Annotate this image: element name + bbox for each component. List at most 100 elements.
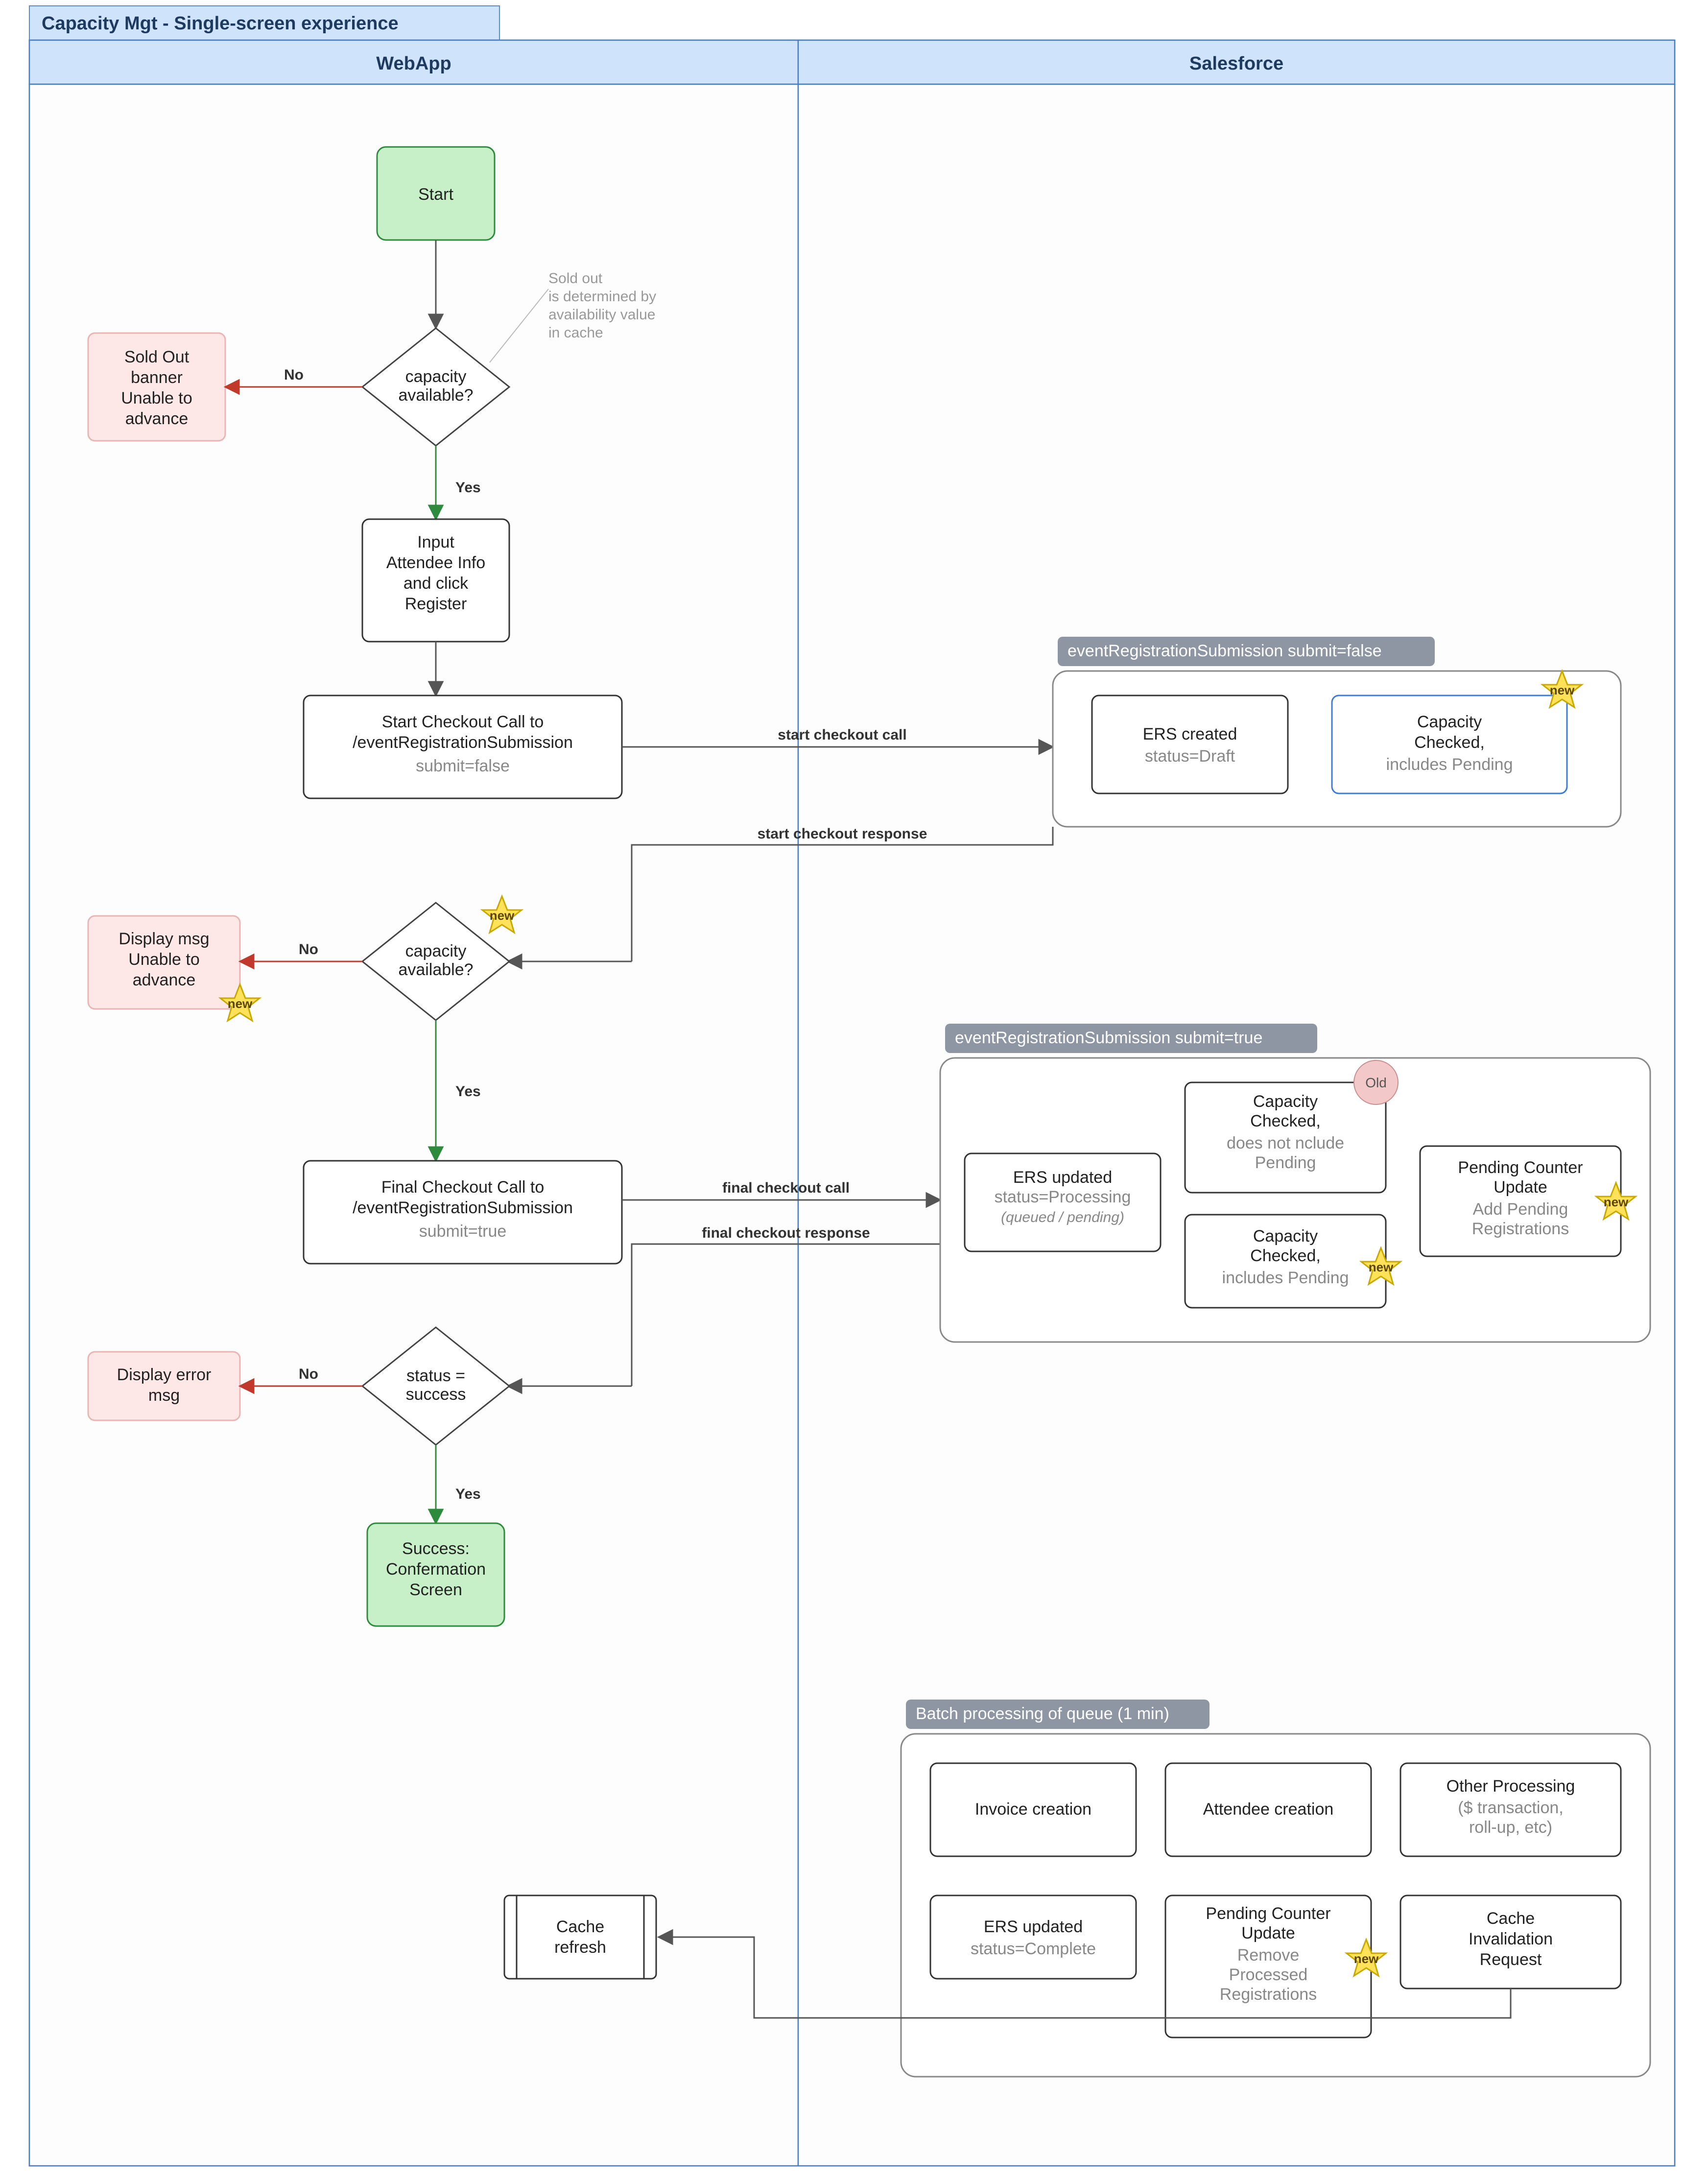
node-start-text: Start: [418, 185, 453, 204]
svg-text:Invalidation: Invalidation: [1469, 1930, 1553, 1948]
edge-cap1-no-label: No: [284, 367, 304, 383]
node-sold-out-banner: Sold Out banner Unable to advance: [88, 333, 225, 441]
svg-text:Input: Input: [417, 533, 454, 551]
svg-text:roll-up, etc): roll-up, etc): [1469, 1818, 1552, 1837]
edge-cap2-no-label: No: [299, 941, 318, 958]
edge-cap1-yes-label: Yes: [455, 479, 481, 496]
node-display-error: Display error msg: [88, 1352, 240, 1420]
svg-text:capacity: capacity: [405, 367, 467, 386]
svg-text:Request: Request: [1480, 1950, 1542, 1969]
svg-text:includes Pending: includes Pending: [1222, 1269, 1349, 1287]
svg-text:Sold Out: Sold Out: [124, 348, 190, 366]
diagram-canvas: Capacity Mgt - Single-screen experience …: [0, 0, 1708, 2181]
svg-text:Processed: Processed: [1229, 1965, 1308, 1984]
svg-text:banner: banner: [131, 368, 183, 387]
svg-text:Start Checkout Call to: Start Checkout Call to: [382, 713, 544, 731]
svg-text:refresh: refresh: [554, 1938, 606, 1957]
svg-text:Confermation: Confermation: [386, 1560, 486, 1579]
svg-text:Batch processing of queue (1 m: Batch processing of queue (1 min): [916, 1704, 1169, 1723]
svg-text:new: new: [1369, 1260, 1394, 1274]
svg-text:available?: available?: [398, 386, 473, 405]
edge-final-checkout-call-label: final checkout call: [722, 1180, 850, 1196]
node-start-checkout-call: Start Checkout Call to /eventRegistratio…: [304, 695, 622, 798]
svg-text:new: new: [1550, 683, 1575, 697]
svg-text:status=Processing: status=Processing: [995, 1188, 1131, 1206]
node-success: Success: Confermation Screen: [367, 1523, 504, 1626]
svg-text:Attendee Info: Attendee Info: [386, 553, 485, 572]
svg-text:Unable to: Unable to: [128, 950, 200, 969]
svg-text:availability value: availability value: [548, 307, 655, 323]
node-attendee-creation: Attendee creation: [1203, 1800, 1334, 1819]
svg-text:Checked,: Checked,: [1250, 1246, 1321, 1265]
svg-text:Display msg: Display msg: [119, 930, 209, 948]
node-capacity-not-pending: Capacity: [1253, 1092, 1318, 1111]
svg-text:Pending: Pending: [1255, 1153, 1316, 1172]
svg-text:Add Pending: Add Pending: [1473, 1200, 1568, 1219]
svg-text:Update: Update: [1494, 1178, 1547, 1197]
svg-text:does not nclude: does not nclude: [1227, 1134, 1344, 1152]
svg-text:/eventRegistrationSubmission: /eventRegistrationSubmission: [353, 1198, 573, 1217]
node-final-checkout-call: Final Checkout Call to /eventRegistratio…: [304, 1161, 622, 1264]
svg-text:status =: status =: [406, 1366, 465, 1385]
svg-text:Unable to: Unable to: [121, 389, 192, 407]
svg-text:Update: Update: [1241, 1924, 1295, 1942]
svg-text:Register: Register: [405, 595, 467, 613]
svg-text:is determined by: is determined by: [548, 288, 656, 305]
node-cache-invalidation: Cache: [1487, 1909, 1535, 1928]
svg-text:submit=true: submit=true: [419, 1222, 507, 1241]
svg-text:Display error: Display error: [117, 1366, 212, 1384]
svg-text:eventRegistrationSubmission: eventRegistrationSubmission submit=true: [955, 1029, 1262, 1047]
svg-text:success: success: [406, 1385, 466, 1404]
edge-start-checkout-call-label: start checkout call: [778, 727, 906, 743]
svg-text:(queued / pending): (queued / pending): [1001, 1209, 1124, 1225]
node-pending-counter-remove: Pending Counter: [1206, 1904, 1330, 1923]
node-ers-complete: ERS updated: [984, 1917, 1083, 1936]
svg-text:available?: available?: [398, 960, 473, 979]
lane-header-left-text: WebApp: [376, 53, 451, 74]
svg-text:Checked,: Checked,: [1414, 733, 1485, 752]
edge-start-checkout-resp-label: start checkout response: [758, 826, 927, 842]
node-input-attendee: Input Attendee Info and click Register: [362, 519, 509, 642]
node-capacity-pending-2: Capacity: [1253, 1227, 1318, 1246]
svg-text:status=Draft: status=Draft: [1145, 747, 1235, 766]
svg-text:in cache: in cache: [548, 325, 603, 341]
svg-text:Registrations: Registrations: [1472, 1220, 1569, 1238]
svg-text:status=Complete: status=Complete: [971, 1940, 1096, 1958]
diagram-title-tab: Capacity Mgt - Single-screen experience: [29, 6, 499, 40]
svg-text:submit=false: submit=false: [416, 757, 510, 775]
node-invoice-creation: Invoice creation: [975, 1800, 1091, 1819]
edge-status-yes-label: Yes: [455, 1486, 481, 1502]
svg-text:Remove: Remove: [1237, 1946, 1300, 1965]
svg-text:new: new: [1604, 1195, 1629, 1209]
svg-text:Sold out: Sold out: [548, 270, 603, 287]
svg-text:advance: advance: [125, 409, 189, 428]
svg-text:Screen: Screen: [409, 1581, 462, 1599]
svg-text:($ transaction,: ($ transaction,: [1458, 1798, 1563, 1817]
svg-text:advance: advance: [133, 971, 196, 989]
node-cache-refresh: Cache refresh: [504, 1895, 656, 1979]
node-ers-created: ERS created: [1143, 725, 1237, 743]
svg-text:eventRegistrationSubmission: eventRegistrationSubmission submit=false: [1068, 642, 1382, 660]
svg-text:new: new: [490, 908, 515, 923]
svg-text:msg: msg: [148, 1386, 180, 1405]
cluster-submit-true: eventRegistrationSubmission submit=true …: [940, 1024, 1650, 1342]
svg-text:Registrations: Registrations: [1220, 1985, 1317, 2004]
lane-header-right-text: Salesforce: [1189, 53, 1283, 74]
svg-text:/eventRegistrationSubmission: /eventRegistrationSubmission: [353, 733, 573, 752]
svg-text:new: new: [228, 996, 253, 1011]
node-start: Start: [377, 147, 495, 240]
edge-cap2-yes-label: Yes: [455, 1083, 481, 1100]
svg-text:Final Checkout Call to: Final Checkout Call to: [381, 1178, 545, 1197]
node-ers-updated-processing: ERS updated: [1013, 1168, 1112, 1187]
node-capacity-checked-1: Capacity: [1417, 713, 1482, 731]
node-display-msg: Display msg Unable to advance: [88, 916, 240, 1009]
cluster-batch-processing: Batch processing of queue (1 min) Invoic…: [901, 1700, 1650, 2077]
svg-text:Cache: Cache: [556, 1917, 604, 1936]
edge-final-checkout-resp-label: final checkout response: [702, 1225, 870, 1241]
svg-text:includes Pending: includes Pending: [1386, 755, 1513, 774]
node-pending-counter-add: Pending Counter: [1458, 1158, 1583, 1177]
svg-text:and click: and click: [403, 574, 469, 593]
svg-text:Success:: Success:: [402, 1539, 470, 1558]
node-other-processing: Other Processing: [1447, 1777, 1575, 1796]
svg-text:Old: Old: [1365, 1075, 1387, 1090]
